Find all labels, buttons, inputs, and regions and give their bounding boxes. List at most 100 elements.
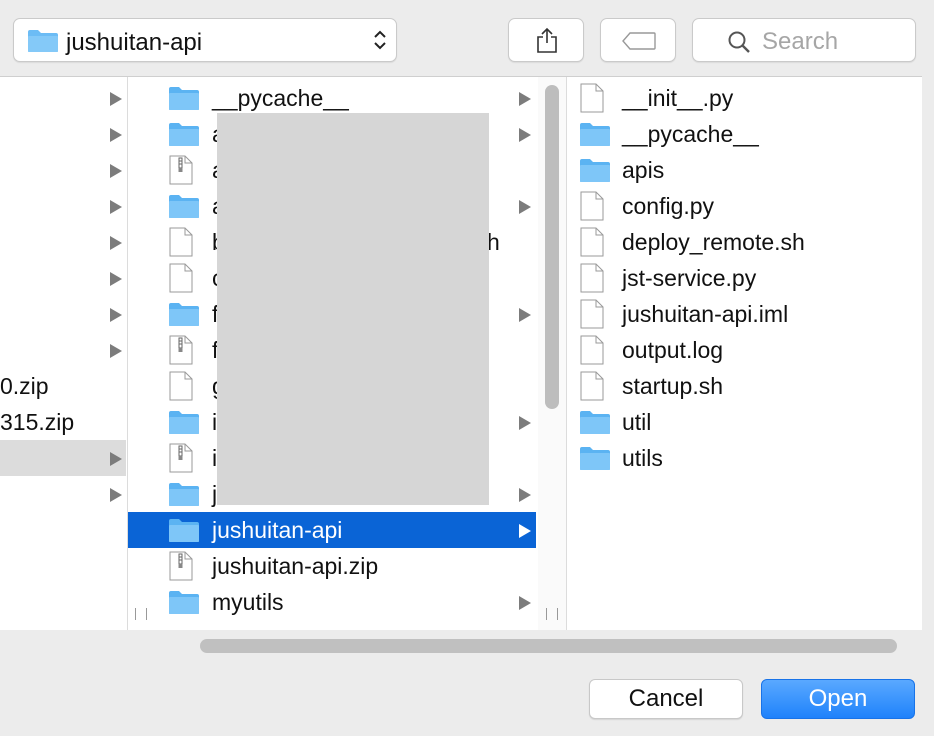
zip-file-icon (169, 155, 193, 185)
item-label: __init__.py (622, 85, 734, 111)
list-item[interactable] (0, 116, 126, 152)
zip-file-icon (169, 443, 193, 473)
item-label: __pycache__ (212, 85, 349, 111)
list-item[interactable] (0, 476, 126, 512)
folder-icon (580, 159, 610, 182)
item-label: output.log (622, 337, 724, 363)
disclosure-arrow-icon (110, 308, 122, 322)
list-item[interactable]: apis (567, 152, 934, 188)
item-label: config.py (622, 193, 715, 219)
share-icon (537, 27, 557, 53)
item-label: jushuitan-api.zip (212, 553, 379, 579)
list-item[interactable]: jushuitan-api.iml (567, 296, 934, 332)
file-icon (580, 227, 604, 257)
list-item[interactable] (0, 188, 126, 224)
list-item[interactable]: 0.zip (0, 368, 126, 404)
share-button[interactable] (508, 18, 584, 62)
item-label: util (622, 409, 652, 435)
folder-icon (169, 195, 199, 218)
disclosure-arrow-icon (519, 524, 531, 538)
column-2[interactable]: __pycache__aaabhcffgiijjushuitan-apijush… (128, 77, 536, 630)
toolbar: jushuitan-api Search (0, 0, 934, 77)
disclosure-arrow-icon (519, 200, 531, 214)
file-icon (169, 263, 193, 293)
horizontal-scrollbar[interactable] (200, 639, 897, 653)
list-item[interactable]: jushuitan-api.zip (128, 548, 536, 584)
search-icon (728, 31, 750, 53)
list-item[interactable]: __pycache__ (567, 116, 934, 152)
disclosure-arrow-icon (110, 92, 122, 106)
window-edge (922, 0, 934, 736)
disclosure-arrow-icon (519, 92, 531, 106)
file-browser: 0.zip 315.zip __pycache__aaabhcffgiijjush… (0, 77, 934, 630)
list-item[interactable] (0, 260, 126, 296)
list-item[interactable]: myutils (128, 584, 536, 620)
redacted-area (217, 113, 489, 505)
item-label: jushuitan-api (212, 517, 343, 543)
file-icon (580, 299, 604, 329)
list-item[interactable]: startup.sh (567, 368, 934, 404)
list-item[interactable]: config.py (567, 188, 934, 224)
disclosure-arrow-icon (519, 488, 531, 502)
column-1[interactable]: 0.zip 315.zip (0, 77, 126, 630)
list-item[interactable]: __init__.py (567, 80, 934, 116)
tag-button[interactable] (600, 18, 676, 62)
disclosure-arrow-icon (519, 416, 531, 430)
file-icon (580, 191, 604, 221)
disclosure-arrow-icon (110, 488, 122, 502)
path-popup[interactable]: jushuitan-api (13, 18, 397, 62)
list-item[interactable] (0, 152, 126, 188)
folder-icon (169, 411, 199, 434)
zip-file-icon (169, 551, 193, 581)
list-item-selected[interactable] (0, 440, 126, 476)
disclosure-arrow-icon (110, 200, 122, 214)
column-3[interactable]: __init__.py __pycache__apis config.py deplo… (567, 77, 934, 630)
disclosure-arrow-icon (519, 128, 531, 142)
disclosure-arrow-icon (110, 452, 122, 466)
column-resize-grip[interactable] (546, 608, 558, 620)
list-item[interactable]: __pycache__ (128, 80, 536, 116)
item-label: startup.sh (622, 373, 723, 399)
search-input[interactable]: Search (692, 18, 916, 62)
folder-icon (169, 87, 199, 110)
list-item[interactable]: util (567, 404, 934, 440)
list-item[interactable] (0, 224, 126, 260)
folder-icon (580, 411, 610, 434)
item-label: __pycache__ (622, 121, 759, 147)
file-icon (169, 371, 193, 401)
open-button[interactable]: Open (761, 679, 915, 719)
item-label: jst-service.py (622, 265, 757, 291)
folder-icon (28, 30, 58, 52)
disclosure-arrow-icon (110, 164, 122, 178)
file-icon (580, 83, 604, 113)
folder-icon (169, 123, 199, 146)
list-item[interactable]: output.log (567, 332, 934, 368)
file-icon (169, 227, 193, 257)
file-icon (580, 335, 604, 365)
file-icon (580, 263, 604, 293)
list-item[interactable] (0, 332, 126, 368)
list-item[interactable]: 315.zip (0, 404, 126, 440)
tag-icon (622, 32, 656, 50)
item-label: apis (622, 157, 665, 183)
folder-icon (580, 447, 610, 470)
zip-file-icon (169, 335, 193, 365)
folder-icon (580, 123, 610, 146)
list-item[interactable]: deploy_remote.sh (567, 224, 934, 260)
item-label: 0.zip (0, 373, 49, 399)
folder-icon (169, 303, 199, 326)
cancel-button[interactable]: Cancel (589, 679, 743, 719)
disclosure-arrow-icon (110, 128, 122, 142)
list-item-selected[interactable]: jushuitan-api (128, 512, 536, 548)
list-item[interactable]: utils (567, 440, 934, 476)
list-item[interactable]: jst-service.py (567, 260, 934, 296)
list-item[interactable] (0, 80, 126, 116)
item-label: utils (622, 445, 663, 471)
list-item[interactable] (0, 296, 126, 332)
item-label: jushuitan-api.iml (622, 301, 789, 327)
folder-icon (169, 591, 199, 614)
vertical-scrollbar-thumb[interactable] (545, 85, 559, 409)
folder-icon (169, 483, 199, 506)
column-resize-grip[interactable] (135, 608, 147, 620)
file-icon (580, 371, 604, 401)
